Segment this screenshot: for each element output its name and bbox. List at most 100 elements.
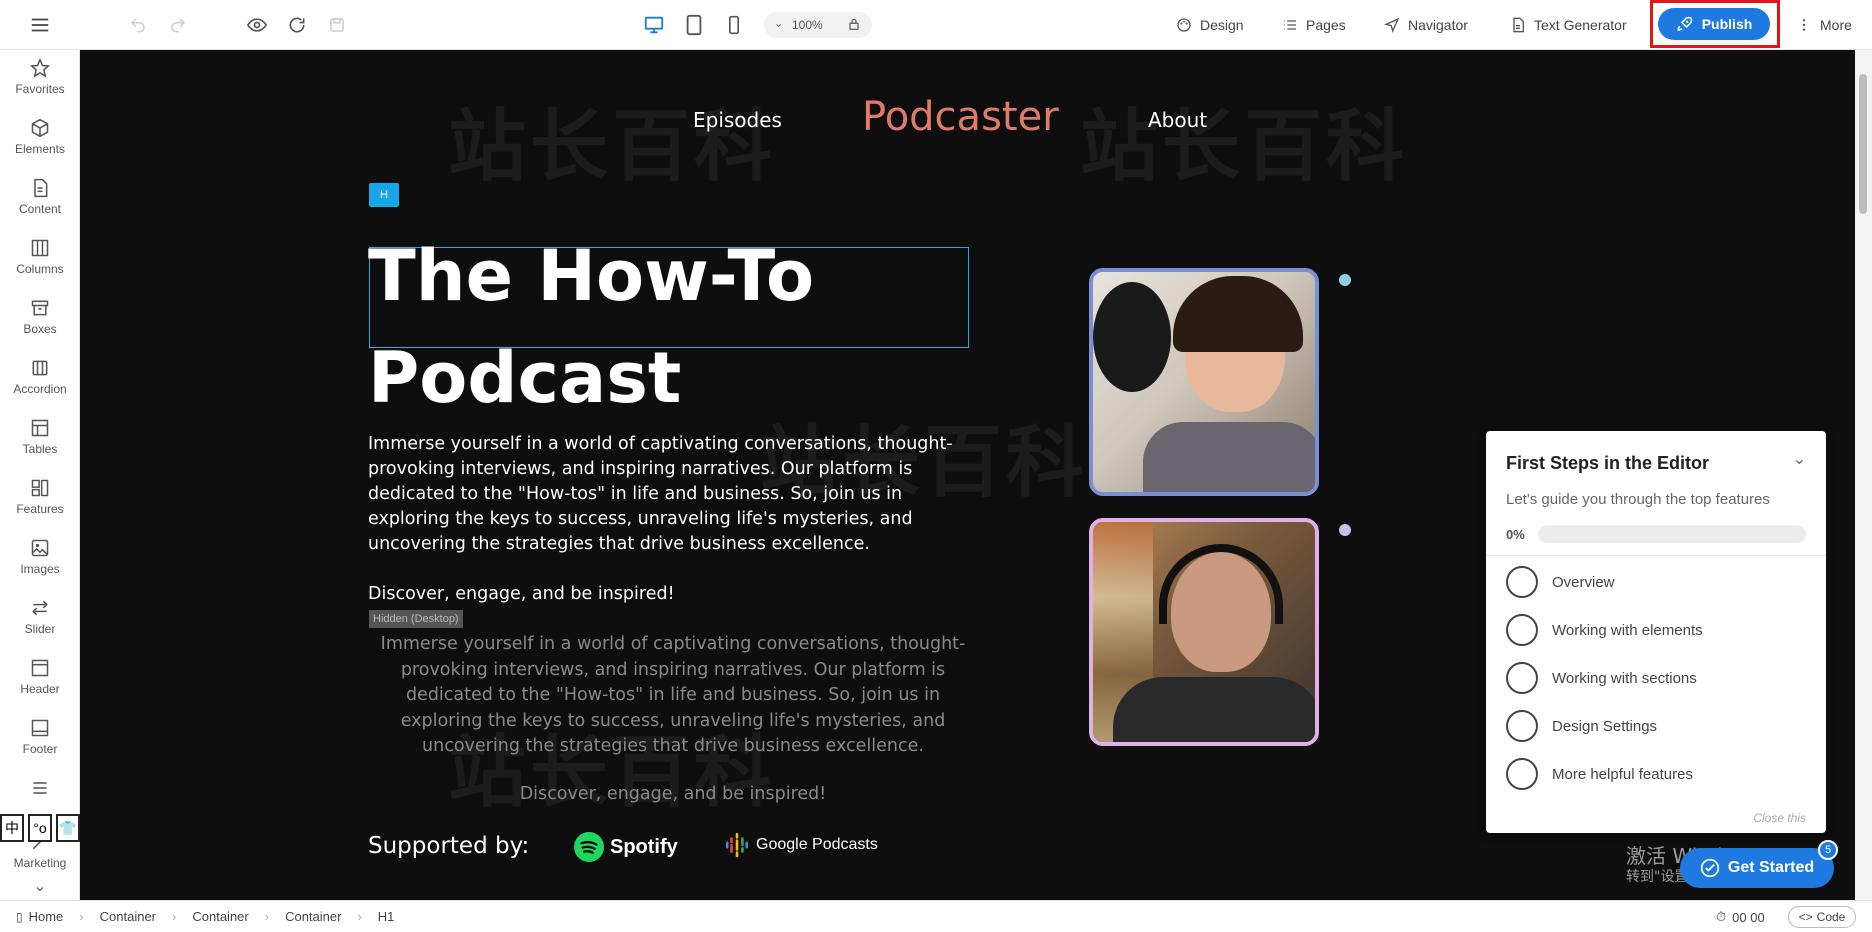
redo-icon[interactable]	[166, 13, 190, 37]
step-label: Overview	[1552, 573, 1615, 591]
features-icon	[31, 479, 49, 497]
get-started-button[interactable]: Get Started	[1680, 848, 1834, 888]
more-label: More	[1820, 17, 1852, 33]
nav-about-link[interactable]: About	[1148, 108, 1207, 132]
hero-tagline[interactable]: Discover, engage, and be inspired!	[368, 584, 978, 604]
nav-episodes-link[interactable]: Episodes	[693, 108, 782, 132]
step-checkbox[interactable]	[1506, 614, 1538, 646]
sidebar-item-content[interactable]: Content	[0, 170, 80, 230]
step-working-with-sections[interactable]: Working with sections	[1506, 661, 1806, 695]
hidden-paragraph[interactable]: Immerse yourself in a world of captivati…	[368, 632, 978, 760]
document-icon	[1513, 17, 1524, 33]
chevron-right-icon: ›	[357, 909, 362, 924]
sidebar-item-tables[interactable]: Tables	[0, 410, 80, 470]
columns-icon	[31, 239, 49, 257]
ime-punctuation-button[interactable]: °o	[28, 814, 52, 842]
sidebar-item-footer[interactable]: Footer	[0, 710, 80, 770]
heading-tag-label: H	[380, 189, 388, 201]
collapse-chevron-icon[interactable]: ⌄	[1793, 449, 1806, 469]
code-button[interactable]: <> Code	[1788, 906, 1856, 928]
breadcrumb-home[interactable]: Home	[29, 909, 64, 924]
sidebar-item-elements[interactable]: Elements	[0, 110, 80, 170]
navigator-label: Navigator	[1408, 17, 1468, 33]
sidebar-item-header[interactable]: Header	[0, 650, 80, 710]
ime-language-button[interactable]: 中	[0, 814, 24, 842]
mobile-view-icon[interactable]	[722, 13, 746, 37]
google-podcasts-logo[interactable]: Google Podcasts	[724, 832, 878, 858]
clock-icon: ⏱	[1716, 909, 1727, 924]
sidebar-item-list[interactable]	[0, 770, 80, 810]
tablet-view-icon[interactable]	[682, 13, 706, 37]
step-label: Design Settings	[1552, 717, 1658, 735]
refresh-icon[interactable]	[285, 13, 309, 37]
sidebar-label: Accordion	[13, 382, 67, 396]
lock-icon[interactable]	[846, 16, 862, 35]
sidebar-label: Tables	[22, 442, 58, 456]
progress-bar	[1538, 525, 1806, 543]
design-button[interactable]: Design	[1176, 12, 1244, 38]
check-circle-icon	[1700, 858, 1720, 878]
chevron-down-icon[interactable]: ⌄	[30, 876, 50, 896]
heading-type-tag[interactable]: H	[369, 183, 399, 207]
scrollbar-thumb[interactable]	[1859, 74, 1867, 214]
text-generator-button[interactable]: Text Generator	[1510, 12, 1627, 38]
breadcrumb-container[interactable]: Container	[285, 909, 341, 924]
step-checkbox[interactable]	[1506, 758, 1538, 790]
pages-button[interactable]: Pages	[1282, 12, 1346, 38]
first-steps-subtitle: Let's guide you through the top features	[1506, 491, 1770, 508]
breadcrumb-container[interactable]: Container	[100, 909, 156, 924]
host-photo-man[interactable]	[1089, 518, 1319, 746]
sidebar-label: Marketing	[13, 856, 67, 870]
cube-icon	[31, 118, 49, 138]
undo-icon[interactable]	[126, 13, 150, 37]
hero-heading[interactable]: The How-To Podcast	[368, 225, 988, 429]
zoom-control[interactable]: ⌄ 100%	[764, 12, 872, 38]
step-checkbox[interactable]	[1506, 662, 1538, 694]
hidden-tagline[interactable]: Discover, engage, and be inspired!	[368, 784, 978, 804]
sidebar-item-boxes[interactable]: Boxes	[0, 290, 80, 350]
sidebar-item-favorites[interactable]: Favorites	[0, 50, 80, 110]
desktop-view-icon[interactable]	[642, 13, 666, 37]
step-more-helpful-features[interactable]: More helpful features	[1506, 757, 1806, 791]
spotify-label: Spotify	[610, 835, 678, 858]
menu-icon[interactable]	[28, 13, 52, 37]
step-checkbox[interactable]	[1506, 566, 1538, 598]
code-label: Code	[1816, 910, 1846, 924]
ime-toolbar: 中 °o 👕	[0, 814, 80, 846]
save-icon[interactable]	[325, 13, 349, 37]
close-this-link[interactable]: Close this	[1753, 811, 1806, 825]
hero-paragraph[interactable]: Immerse yourself in a world of captivati…	[368, 432, 978, 557]
person-hair	[1173, 276, 1303, 352]
navigator-button[interactable]: Navigator	[1384, 12, 1468, 38]
chevron-right-icon: ›	[264, 909, 270, 924]
more-button[interactable]: More	[1796, 12, 1852, 38]
ime-skin-button[interactable]: 👕	[56, 814, 80, 842]
sidebar-label: Slider	[24, 622, 56, 636]
canvas-scrollbar[interactable]	[1855, 50, 1872, 900]
step-checkbox[interactable]	[1506, 710, 1538, 742]
sidebar-item-images[interactable]: Images	[0, 530, 80, 590]
sidebar-label: Images	[20, 562, 60, 576]
spotify-logo[interactable]: Spotify	[574, 832, 678, 862]
host-photo-woman[interactable]	[1089, 268, 1319, 496]
sidebar-item-features[interactable]: Features	[0, 470, 80, 530]
sidebar-item-columns[interactable]: Columns	[0, 230, 80, 290]
elements-sidebar: Favorites Elements Content Columns Boxes…	[0, 50, 80, 900]
sidebar-label: Features	[16, 502, 64, 516]
sidebar-item-slider[interactable]: Slider	[0, 590, 80, 650]
breadcrumb-h1[interactable]: H1	[378, 909, 395, 924]
progress-label: 0%	[1506, 527, 1525, 542]
sidebar-item-accordion[interactable]: Accordion	[0, 350, 80, 410]
publish-button[interactable]: Publish	[1658, 8, 1770, 40]
breadcrumb-container[interactable]: Container	[192, 909, 248, 924]
preview-eye-icon[interactable]	[245, 13, 269, 37]
footer-icon	[31, 719, 49, 737]
first-steps-title: First Steps in the Editor	[1506, 453, 1710, 473]
box-icon	[31, 300, 49, 316]
pages-label: Pages	[1306, 17, 1346, 33]
step-overview[interactable]: Overview	[1506, 565, 1806, 599]
site-logo[interactable]: Podcaster	[862, 94, 1059, 140]
step-design-settings[interactable]: Design Settings	[1506, 709, 1806, 743]
step-working-with-elements[interactable]: Working with elements	[1506, 613, 1806, 647]
zoom-value: 100%	[792, 18, 823, 32]
